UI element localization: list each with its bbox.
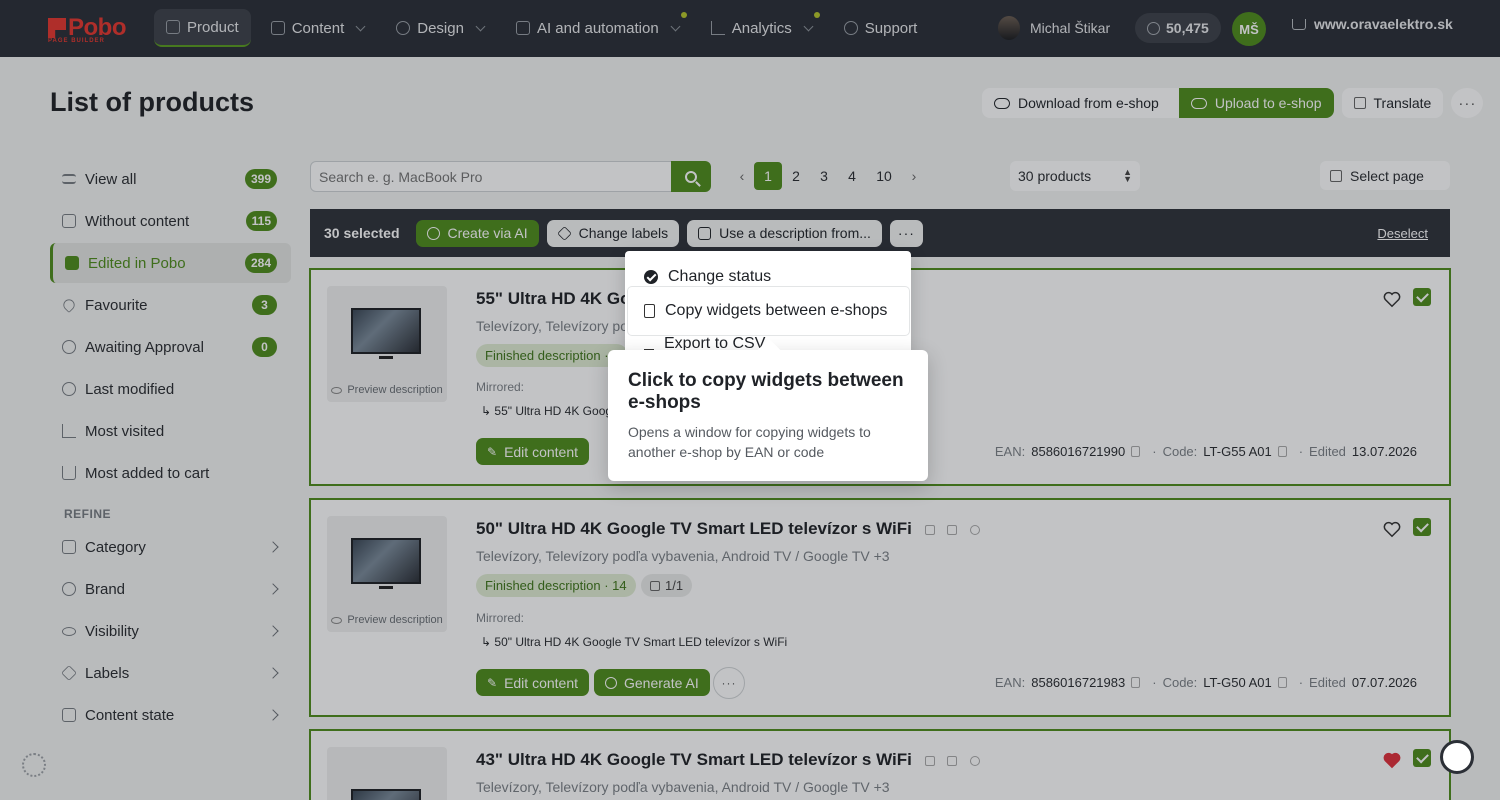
tooltip-body: Opens a window for copying widgets to an… [628,424,871,460]
tooltip-title: Click to copy widgets between e-shops [628,370,904,413]
onboarding-tooltip: Click to copy widgets between e-shops Op… [608,350,928,481]
help-lifebuoy-icon[interactable] [1440,740,1474,774]
menu-item-copy-widgets[interactable]: Copy widgets between e-shops [628,287,909,335]
menu-item-label: Change status [668,268,772,285]
check-circle-icon [644,270,658,284]
download-icon [644,338,654,350]
copy-icon [644,304,655,318]
menu-item-label: Copy widgets between e-shops [665,302,888,319]
